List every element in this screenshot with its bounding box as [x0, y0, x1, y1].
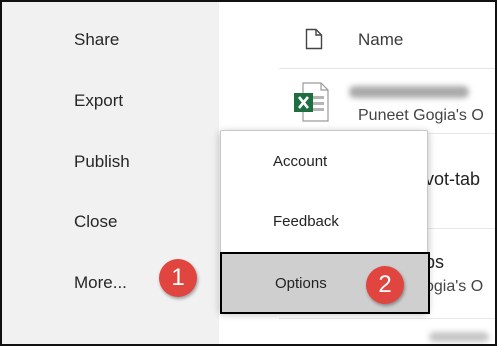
nav-item-export[interactable]: Export: [74, 91, 123, 111]
column-header-name[interactable]: Name: [358, 30, 403, 50]
excel-file-icon: [291, 80, 331, 129]
file-location: Puneet Gogia's O: [358, 107, 484, 124]
callout-badge-2: 2: [366, 266, 404, 304]
partial-file-title: [429, 332, 489, 342]
menu-item-label: Feedback: [273, 213, 339, 230]
header-divider: [279, 68, 495, 69]
blurred-file-title: [349, 86, 469, 98]
nav-item-close[interactable]: Close: [74, 212, 117, 232]
nav-item-publish[interactable]: Publish: [74, 152, 130, 172]
callout-badge-1: 1: [159, 259, 197, 297]
menu-item-account[interactable]: Account: [221, 131, 427, 191]
document-icon: [305, 28, 323, 55]
row-divider: [279, 318, 495, 319]
menu-item-label: Account: [273, 153, 328, 170]
excel-backstage-window: Share Export Publish Close More... Name: [0, 0, 497, 346]
file-title[interactable]: vot-tab: [425, 169, 480, 190]
menu-item-label: Options: [275, 275, 327, 292]
nav-item-share[interactable]: Share: [74, 30, 119, 50]
menu-item-feedback[interactable]: Feedback: [221, 191, 427, 251]
file-location: ogia's O: [425, 278, 484, 295]
nav-item-more[interactable]: More...: [74, 273, 127, 293]
